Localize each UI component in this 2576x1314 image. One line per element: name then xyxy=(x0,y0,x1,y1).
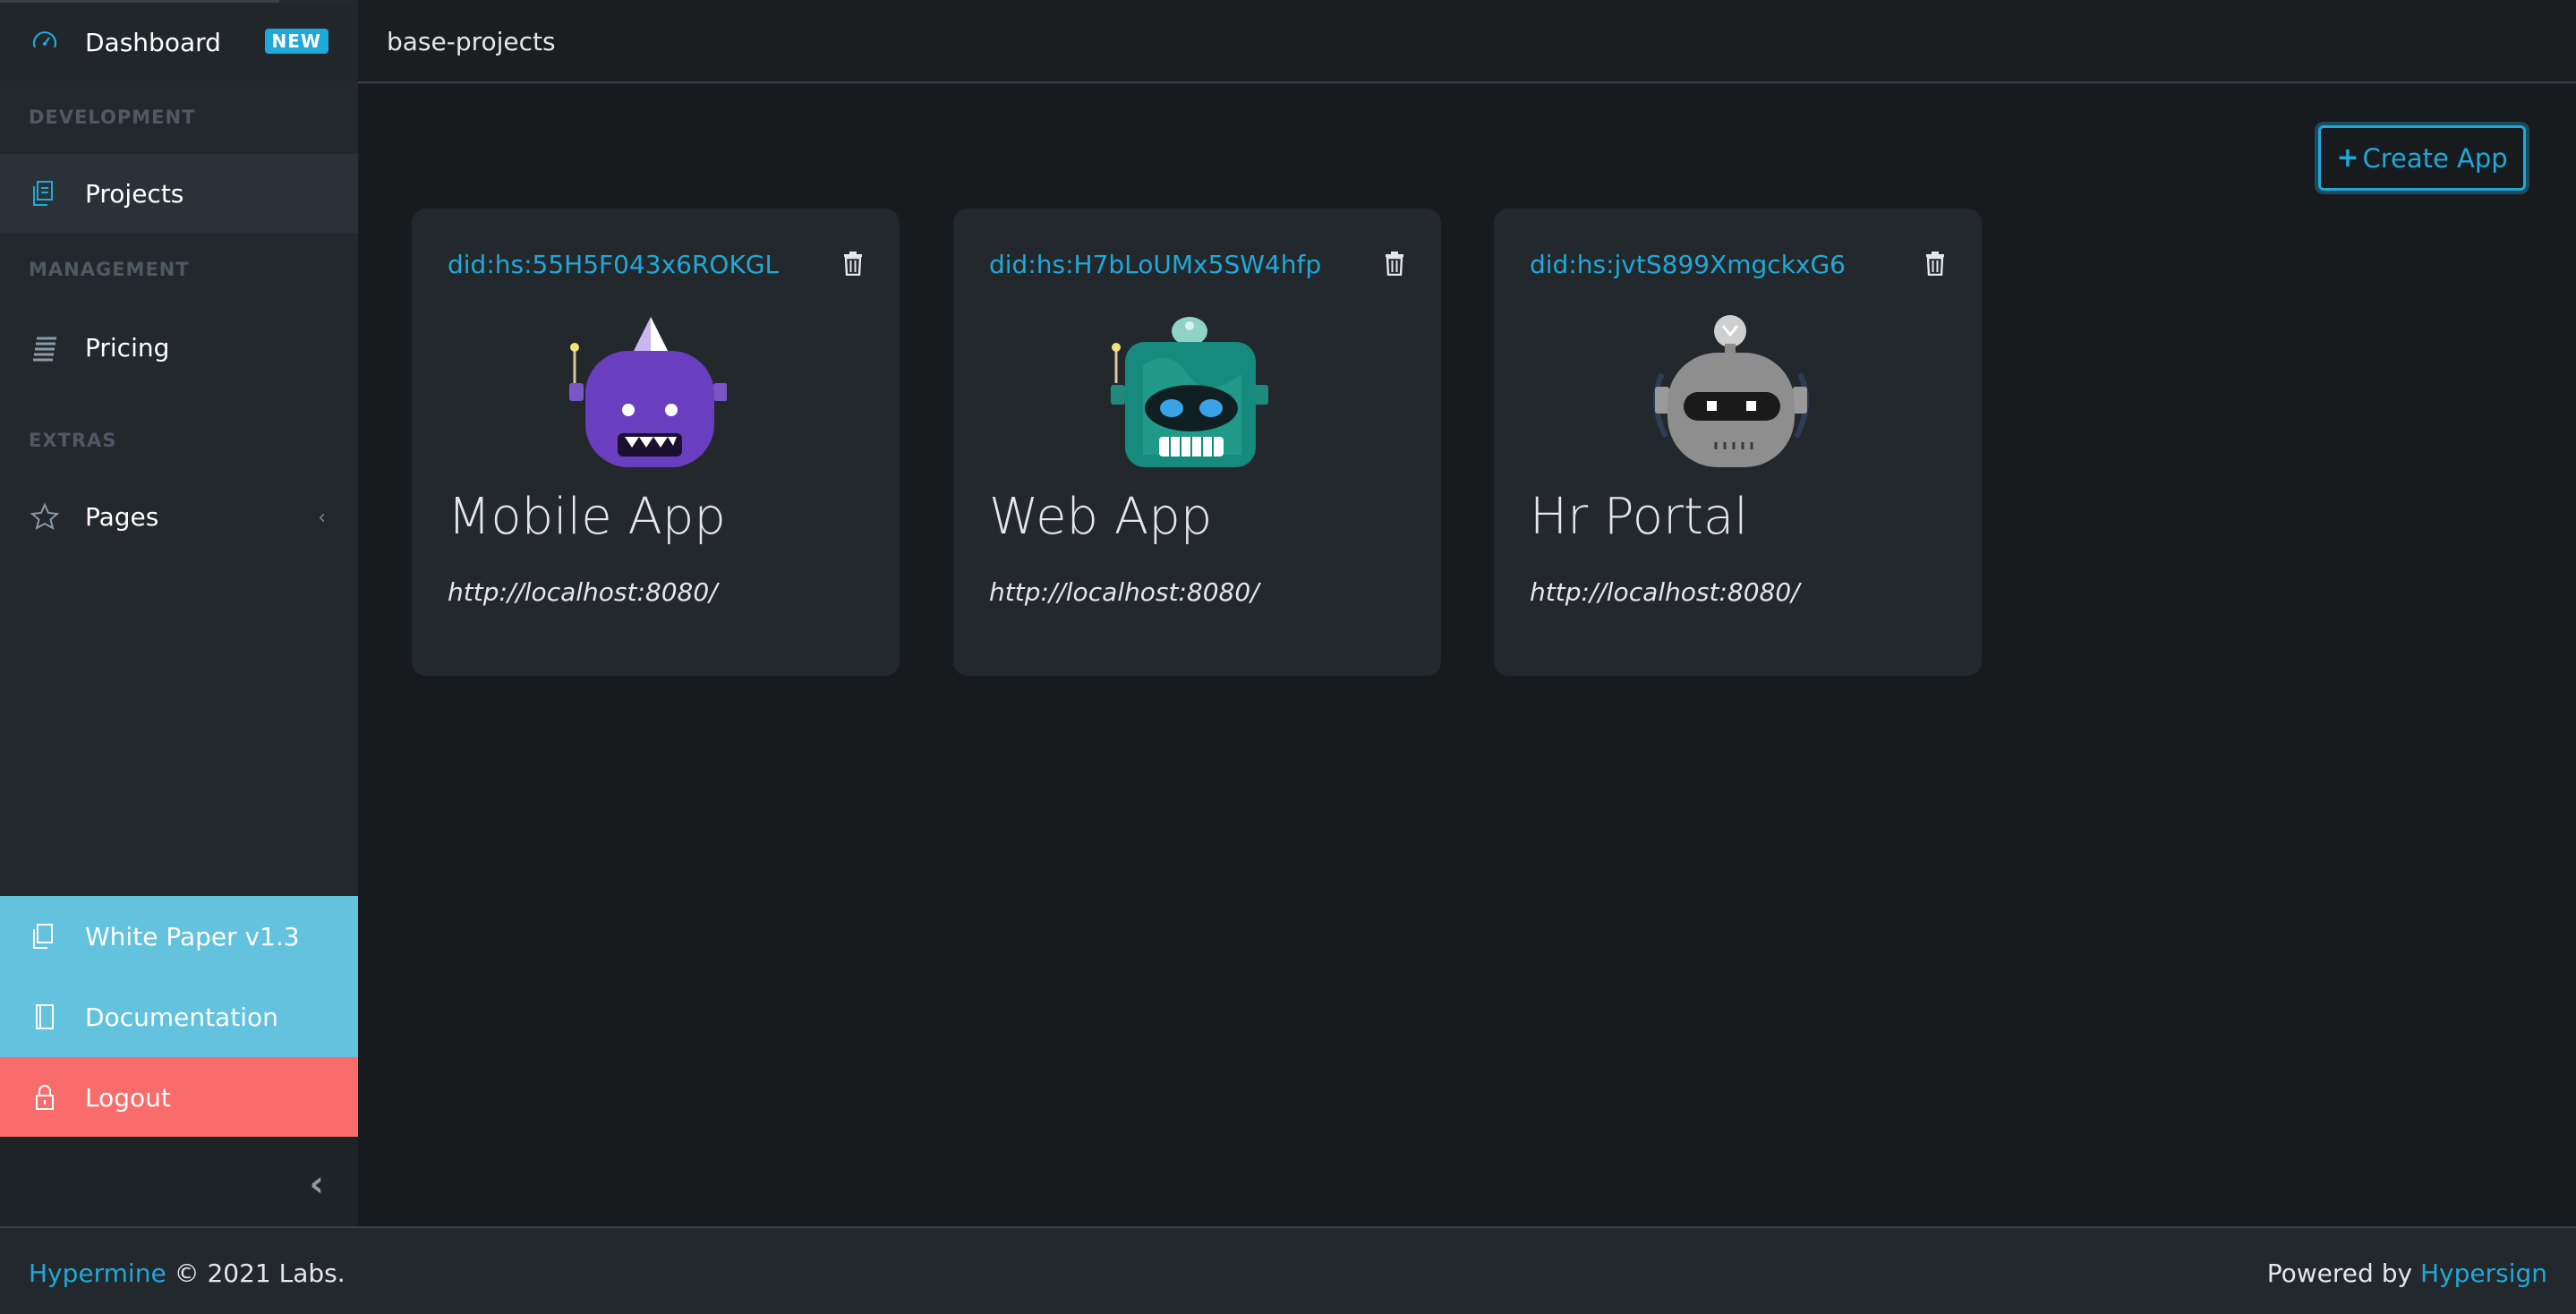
robot-avatar xyxy=(566,311,728,473)
nav-title-development: DEVELOPMENT xyxy=(29,107,196,128)
hypersign-link[interactable]: Hypersign xyxy=(2420,1259,2547,1288)
sidebar: Dashboard NEW DEVELOPMENT Projects MANAG… xyxy=(0,0,358,1226)
sidebar-item-label: Dashboard xyxy=(85,27,221,57)
docs-icon xyxy=(29,177,61,209)
copyright-text: © 2021 Labs. xyxy=(174,1259,345,1288)
chevron-left-icon: ‹ xyxy=(309,1164,324,1205)
app-name: Web App xyxy=(989,488,1213,546)
logout-label: Logout xyxy=(85,1082,171,1113)
trash-icon[interactable] xyxy=(842,251,864,277)
documentation-label: Documentation xyxy=(85,1002,278,1032)
sidebar-item-label: Pages xyxy=(85,501,159,532)
app-name: Mobile App xyxy=(448,488,726,546)
speedometer-icon xyxy=(29,26,61,58)
whitepaper-label: White Paper v1.3 xyxy=(85,921,300,951)
robot-avatar xyxy=(1107,311,1268,473)
app-footer: Hypermine © 2021 Labs. Powered by Hypers… xyxy=(0,1226,2576,1314)
sidebar-item-dashboard[interactable]: Dashboard NEW xyxy=(0,3,358,81)
sidebar-minimizer[interactable]: ‹ xyxy=(0,1137,358,1226)
sidebar-item-pages[interactable]: Pages ‹ xyxy=(0,477,358,556)
list-icon xyxy=(29,331,61,363)
trash-icon[interactable] xyxy=(1384,251,1405,277)
sidebar-item-projects[interactable]: Projects xyxy=(0,154,358,233)
nav-title-management: MANAGEMENT xyxy=(29,259,190,280)
powered-by-text: Powered by xyxy=(2266,1259,2413,1288)
trash-icon[interactable] xyxy=(1924,251,1946,277)
logout-link[interactable]: Logout xyxy=(0,1057,358,1138)
docs-icon xyxy=(29,920,61,952)
app-card[interactable]: did:hs:H7bLoUMx5SW4hfp Web App http://lo… xyxy=(953,209,1441,676)
lock-icon xyxy=(29,1081,61,1113)
app-card[interactable]: did:hs:55H5F043x6ROKGL Mobile App http:/… xyxy=(412,209,900,676)
documentation-link[interactable]: Documentation xyxy=(0,977,358,1057)
breadcrumb: base-projects xyxy=(387,27,556,56)
footer-right: Powered by Hypersign xyxy=(2267,1259,2547,1288)
app-did[interactable]: did:hs:55H5F043x6ROKGL xyxy=(448,250,779,279)
hypermine-link[interactable]: Hypermine xyxy=(29,1259,166,1288)
sidebar-item-pricing[interactable]: Pricing xyxy=(0,308,358,387)
create-app-label: Create App xyxy=(2362,142,2508,174)
whitepaper-link[interactable]: White Paper v1.3 xyxy=(0,896,358,977)
nav-title-extras: EXTRAS xyxy=(29,430,117,451)
sidebar-item-label: Projects xyxy=(85,178,184,209)
app-url: http://localhost:8080/ xyxy=(1530,577,1800,607)
app-card[interactable]: did:hs:jvtS899XmgckxG6 Hr Portal http://… xyxy=(1494,209,1982,676)
star-icon xyxy=(29,500,61,533)
app-did[interactable]: did:hs:H7bLoUMx5SW4hfp xyxy=(989,250,1321,279)
plus-icon: + xyxy=(2336,142,2359,174)
app-name: Hr Portal xyxy=(1530,488,1748,546)
footer-left: Hypermine © 2021 Labs. xyxy=(29,1259,345,1288)
app-url: http://localhost:8080/ xyxy=(448,577,718,607)
app-did[interactable]: did:hs:jvtS899XmgckxG6 xyxy=(1530,250,1846,279)
book-icon xyxy=(29,1001,61,1033)
create-app-button[interactable]: + Create App xyxy=(2318,125,2526,191)
app-header: base-projects xyxy=(358,0,2576,83)
new-badge: NEW xyxy=(264,29,328,54)
chevron-left-icon: ‹ xyxy=(318,507,326,529)
sidebar-item-label: Pricing xyxy=(85,332,170,363)
app-url: http://localhost:8080/ xyxy=(989,577,1259,607)
robot-avatar xyxy=(1648,311,1810,473)
